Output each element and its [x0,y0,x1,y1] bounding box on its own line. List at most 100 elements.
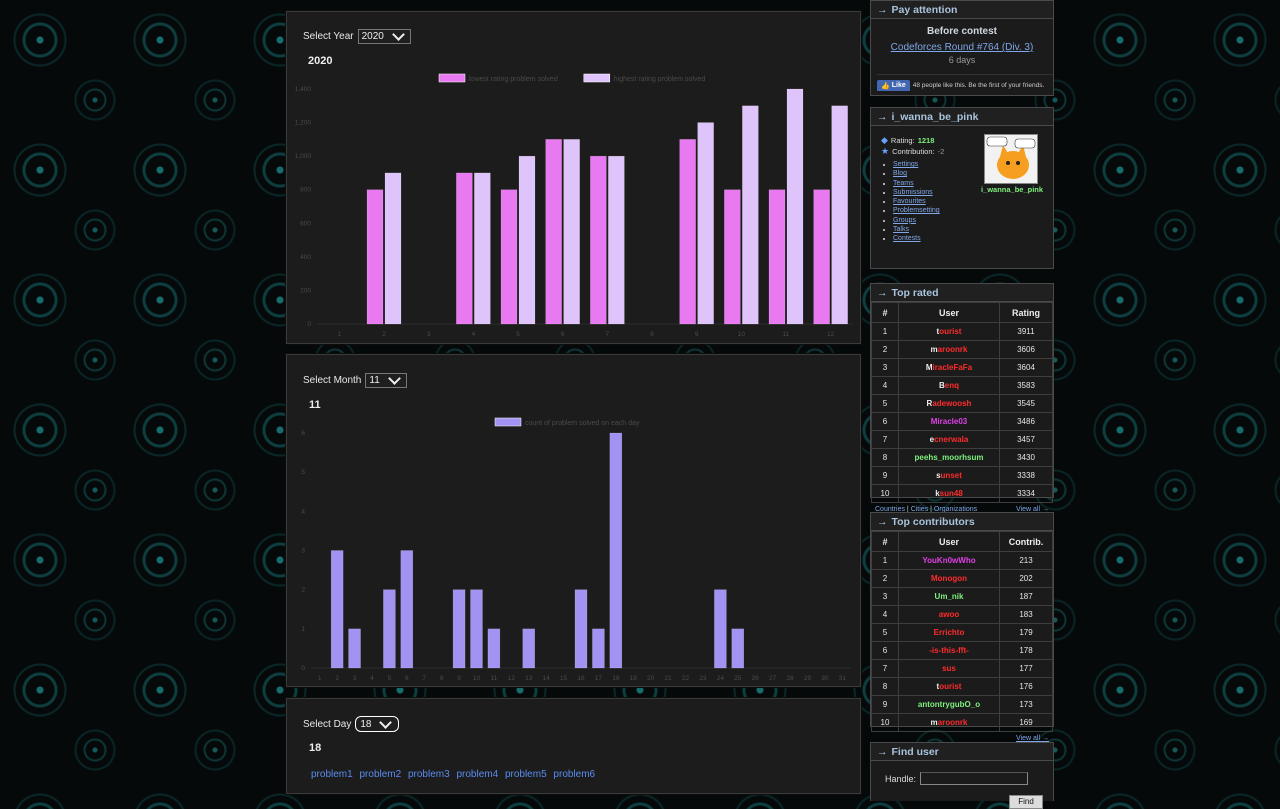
pay-attention-box: → Pay attention Before contest Codeforce… [870,0,1054,96]
user-cell[interactable]: tourist [898,322,1000,341]
rank-cell: 2 [871,569,899,588]
x-tick-label: 8 [650,331,654,338]
score-cell: 178 [999,641,1053,660]
year-chart: lowest rating problem solved highest rati… [295,73,853,338]
view-all-link[interactable]: View all → [1016,735,1049,742]
submissions-link[interactable]: Submissions [893,189,933,196]
bar [384,172,402,325]
x-tick-label: 9 [457,675,461,682]
user-cell[interactable]: Monogon [898,569,1000,588]
user-cell[interactable]: maroonrk [898,340,1000,359]
score-cell: 3606 [999,340,1053,359]
x-tick-label: 5 [388,675,392,682]
score-cell: 3486 [999,412,1053,431]
problem-link[interactable]: problem5 [505,769,547,780]
day-select[interactable]: 18 [355,715,400,732]
month-panel: Select Month 11 11 count of problem solv… [286,354,861,687]
y-tick-label: 1,400 [295,86,312,93]
user-cell[interactable]: Errichto [898,623,1000,642]
blog-link[interactable]: Blog [893,170,907,177]
x-tick-label: 22 [682,675,690,682]
bar [742,105,759,325]
problem-link[interactable]: problem4 [456,769,498,780]
user-rest: adewoosh [932,399,972,408]
problem-link[interactable]: problem3 [408,769,450,780]
x-tick-label: 28 [786,675,794,682]
rank-cell: 8 [871,677,899,696]
problemsetting-link[interactable]: Problemsetting [893,207,940,214]
day-select-row: Select Day 18 [303,715,400,732]
before-contest-label: Before contest [926,26,997,37]
y-tick-label: 0 [301,665,305,672]
contribution-value: -2 [937,147,945,156]
user-cell[interactable]: -is-this-fft- [898,641,1000,660]
user-cell[interactable]: antontrygubO_o [898,695,1000,714]
bar [518,155,536,325]
settings-link[interactable]: Settings [893,161,918,168]
favourites-link[interactable]: Favourites [893,198,926,205]
avatar-handle[interactable]: i_wanna_be_pink [977,185,1047,194]
bar [813,189,830,325]
table-header-row: # User Rating [871,302,1053,323]
top-rated-title-text: Top rated [891,286,939,299]
bar [330,550,344,669]
groups-link[interactable]: Groups [893,217,916,224]
handle-input[interactable] [920,772,1029,785]
x-tick-label: 24 [717,675,725,682]
user-cell[interactable]: peehs_moorhsum [898,448,1000,467]
top-contributors-title: → Top contributors [871,513,1053,531]
table-row: 3 MiracleFaFa 3604 [871,358,1053,377]
problem-link[interactable]: problem1 [311,769,353,780]
user-cell[interactable]: maroonrk [898,713,1000,732]
user-box-title: → i_wanna_be_pink [871,108,1053,126]
problem-link[interactable]: problem2 [359,769,401,780]
user-cell[interactable]: Miracle03 [898,412,1000,431]
table-row: 7 sus 177 [871,659,1053,678]
user-cell[interactable]: ksun48 [898,484,1000,503]
x-tick-label: 17 [595,675,603,682]
user-link-item: Groups [893,216,940,225]
x-tick-label: 15 [560,675,568,682]
user-cell[interactable]: MiracleFaFa [898,358,1000,377]
user-rest: rrichto [939,628,965,637]
user-cell[interactable]: awoo [898,605,1000,624]
x-tick-label: 4 [472,331,476,338]
avatar[interactable] [984,134,1038,184]
x-tick-label: 18 [612,675,620,682]
problem-link[interactable]: problem6 [553,769,595,780]
user-cell[interactable]: sunset [898,466,1000,485]
user-first-letter: M [931,574,938,583]
bar [679,139,696,325]
user-cell[interactable]: Benq [898,376,1000,395]
contest-link[interactable]: Codeforces Round #764 (Div. 3) [891,42,1034,53]
user-cell[interactable]: ecnerwala [898,430,1000,449]
user-cell[interactable]: Radewoosh [898,394,1000,413]
x-tick-label: 20 [647,675,655,682]
day-select-value: 18 [360,718,372,730]
user-cell[interactable]: YouKn0wWho [898,551,1000,570]
talks-link[interactable]: Talks [893,226,909,233]
user-cell[interactable]: sus [898,659,1000,678]
like-button[interactable]: 👍 Like [877,79,910,91]
bar [592,628,605,669]
arrow-right-icon: → [877,515,888,528]
user-rest: aroonrk [937,345,968,354]
user-rest: iracle03 [937,417,968,426]
user-link-item: Talks [893,225,940,234]
rank-cell: 6 [871,641,899,660]
table-row: 6 Miracle03 3486 [871,412,1053,431]
contribution-line: ★ Contribution: -2 [881,146,944,157]
x-tick-label: 14 [543,675,551,682]
x-tick-label: 27 [769,675,777,682]
find-button[interactable]: Find [1009,795,1043,809]
score-cell: 3911 [999,322,1053,341]
table-row: 9 sunset 3338 [871,466,1053,485]
countdown: 6 days [948,55,976,65]
score-cell: 187 [999,587,1053,606]
bar [366,189,384,325]
contests-link[interactable]: Contests [893,235,921,242]
teams-link[interactable]: Teams [893,180,914,187]
user-cell[interactable]: tourist [898,677,1000,696]
user-cell[interactable]: Um_nik [898,587,1000,606]
user-header: User [898,531,1000,552]
